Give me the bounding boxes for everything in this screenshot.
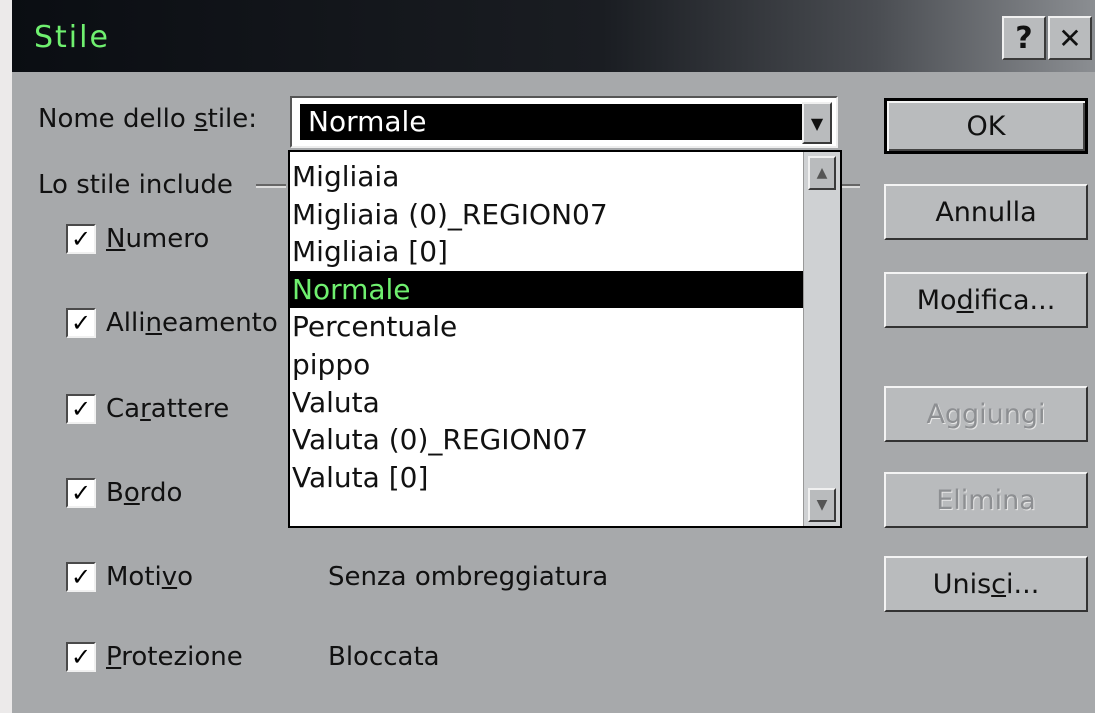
checkbox-label: Numero <box>106 224 210 254</box>
group-divider <box>256 184 286 186</box>
group-divider-right <box>842 184 860 186</box>
list-item[interactable]: Migliaia <box>290 158 804 196</box>
delete-button[interactable]: Elimina <box>884 472 1088 528</box>
style-dialog: Stile ? ✕ Nome dello stile: Normale ▼ Lo… <box>0 0 1095 713</box>
scroll-down-icon[interactable]: ▼ <box>808 488 836 522</box>
cancel-button[interactable]: Annulla <box>884 184 1088 240</box>
checkbox-label: Motivo <box>106 562 194 592</box>
ok-button[interactable]: OK <box>884 98 1088 154</box>
checkbox-icon[interactable]: ✓ <box>66 562 96 592</box>
checkbox-icon[interactable]: ✓ <box>66 308 96 338</box>
dropdown-items: Migliaia Migliaia (0)_REGION07 Migliaia … <box>290 158 804 496</box>
help-button[interactable]: ? <box>1002 16 1046 60</box>
checkbox-label: Carattere <box>106 394 230 424</box>
list-item-selected[interactable]: Normale <box>290 270 804 309</box>
list-item[interactable]: pippo <box>290 346 804 384</box>
list-item[interactable]: Valuta [0] <box>290 459 804 497</box>
style-dropdown-list[interactable]: Migliaia Migliaia (0)_REGION07 Migliaia … <box>288 150 842 528</box>
combo-arrow-icon[interactable]: ▼ <box>802 102 832 144</box>
style-name-combobox[interactable]: Normale ▼ <box>290 96 838 148</box>
checkbox-label: Protezione <box>106 642 243 672</box>
list-item[interactable]: Migliaia (0)_REGION07 <box>290 196 804 234</box>
window-title: Stile <box>34 20 110 55</box>
group-label: Lo stile include <box>38 170 233 200</box>
checkbox-icon[interactable]: ✓ <box>66 394 96 424</box>
checkbox-label: Allineamento <box>106 308 278 338</box>
checkbox-icon[interactable]: ✓ <box>66 224 96 254</box>
list-item[interactable]: Percentuale <box>290 308 804 346</box>
checkbox-icon[interactable]: ✓ <box>66 478 96 508</box>
add-button[interactable]: Aggiungi <box>884 386 1088 442</box>
style-name-value[interactable]: Normale <box>300 104 805 140</box>
checkbox-label: Bordo <box>106 478 183 508</box>
scroll-up-icon[interactable]: ▲ <box>808 156 836 190</box>
protezione-description: Bloccata <box>328 642 440 672</box>
checkbox-icon[interactable]: ✓ <box>66 642 96 672</box>
style-name-label: Nome dello stile: <box>38 104 258 134</box>
close-button[interactable]: ✕ <box>1048 16 1092 60</box>
modify-button[interactable]: Mo d ifica... <box>884 272 1088 328</box>
list-item[interactable]: Valuta (0)_REGION07 <box>290 421 804 459</box>
merge-button[interactable]: Unis c i... <box>884 556 1088 612</box>
dropdown-scrollbar[interactable]: ▲ ▼ <box>803 152 840 526</box>
list-item[interactable]: Valuta <box>290 384 804 422</box>
motivo-description: Senza ombreggiatura <box>328 562 609 592</box>
window-edge <box>0 0 12 713</box>
list-item[interactable]: Migliaia [0] <box>290 233 804 271</box>
title-bar[interactable]: Stile ? ✕ <box>0 0 1095 72</box>
